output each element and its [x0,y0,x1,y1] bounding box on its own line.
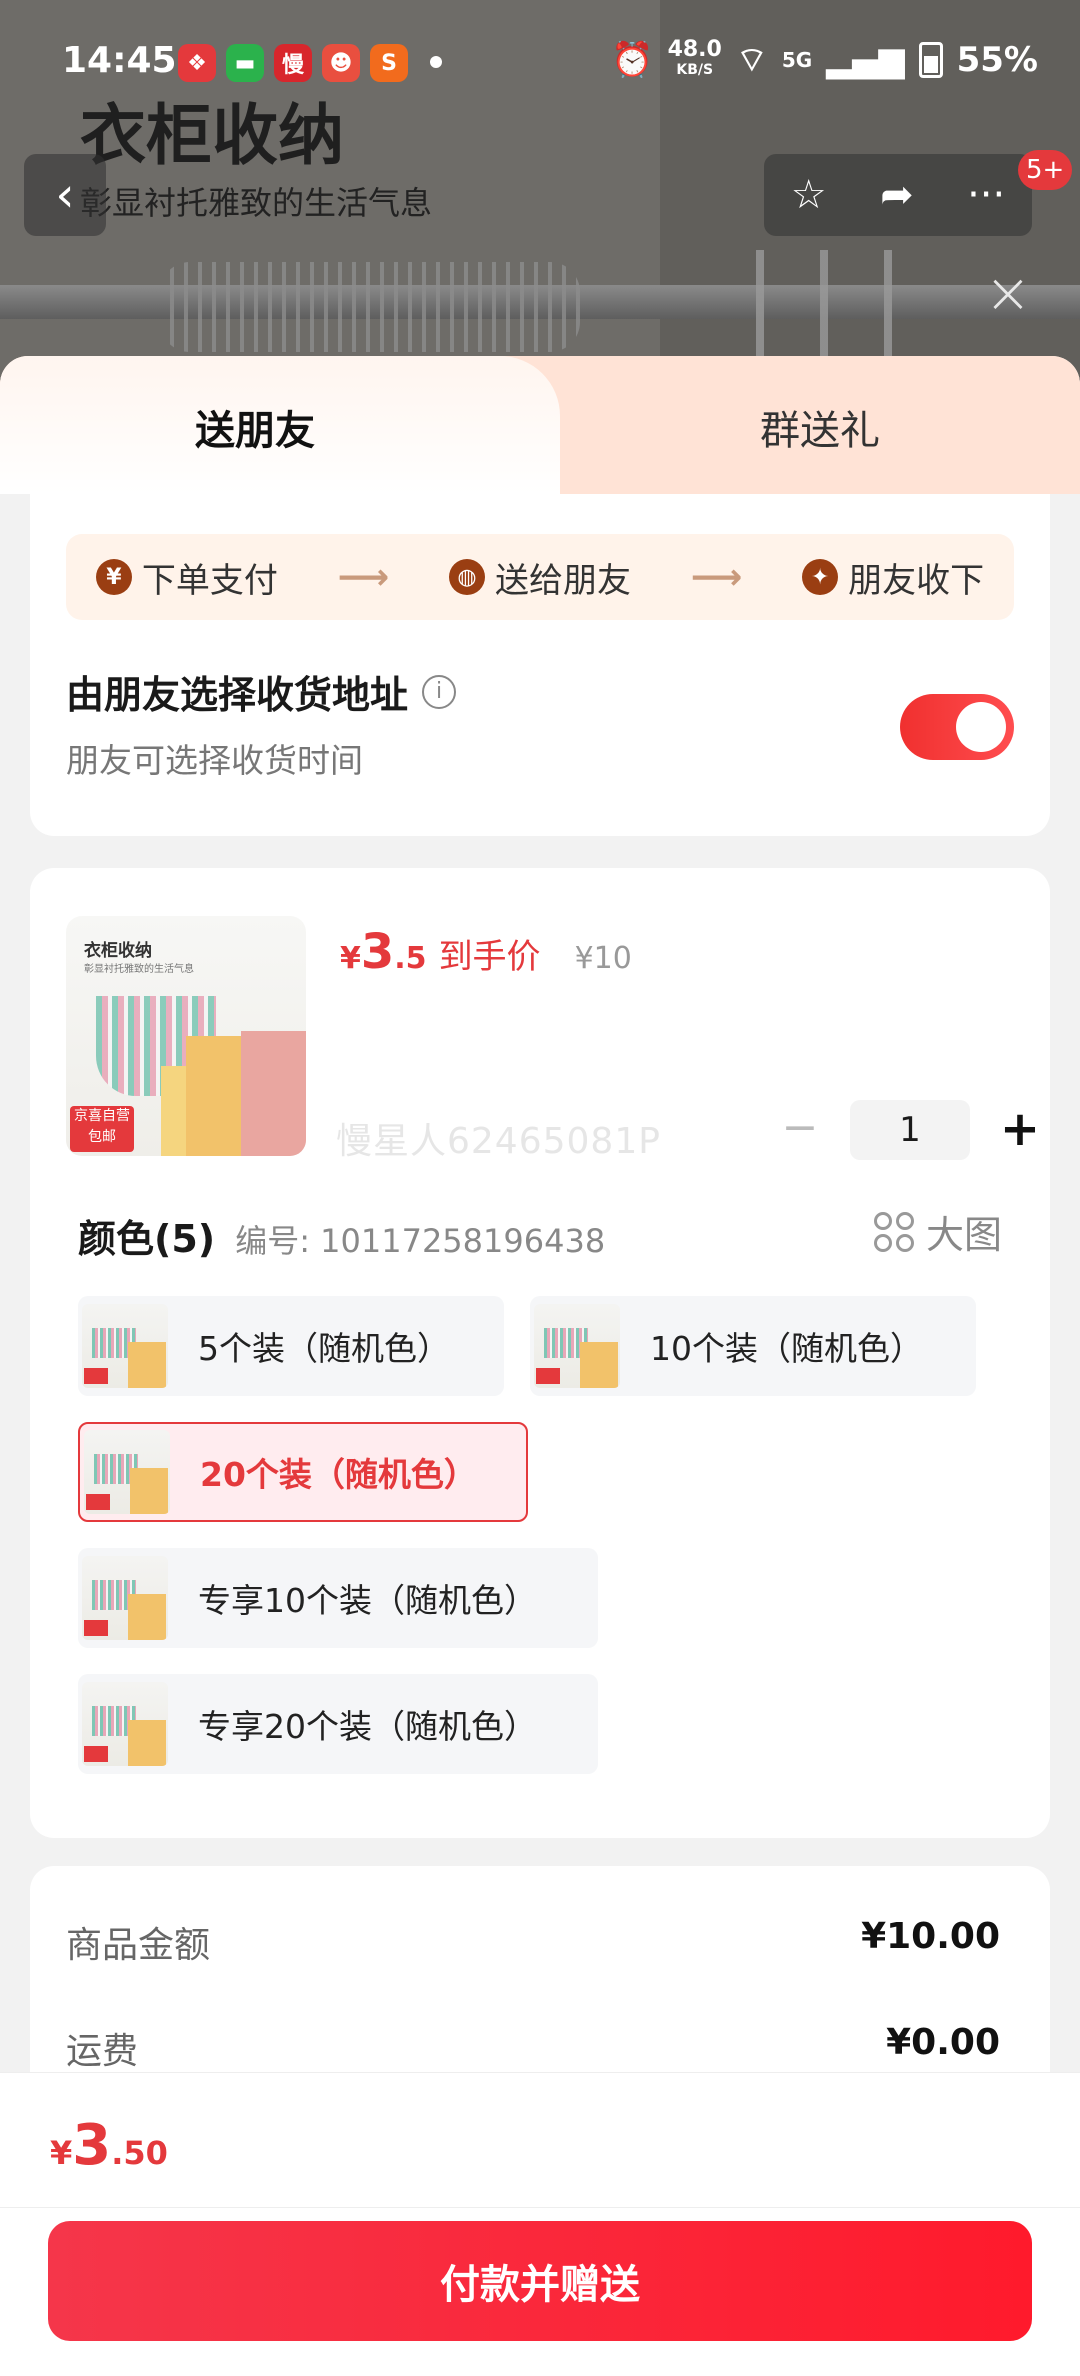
step-receive: ✦ 朋友收下 [802,553,984,602]
hero-subtitle: 彰显衬托雅致的生活气息 [80,184,433,222]
gift-flow-card: ¥ 下单支付 ⟶ ◍ 送给朋友 ⟶ ✦ 朋友收下 由朋友选择收货地址 i 朋友可… [30,494,1050,836]
status-time: 14:45 [62,40,177,81]
yuan-icon: ¥ [95,559,132,595]
spec-option-10[interactable]: 10个装（随机色） [530,1296,976,1396]
goods-amount-row: 商品金额 ¥10.00 [66,1916,1000,1966]
hanger-rings [160,262,580,352]
net-speed: 48.0 KB/S [667,36,722,78]
notification-icons: ❖ ▬ 慢 ☻ S [178,44,408,82]
star-icon[interactable]: ☆ [791,172,827,218]
price-row: ¥3.5 到手价 ¥10 [340,924,632,980]
option-thumbnail [82,1556,168,1640]
arrow-right-icon: ⟶ [337,556,390,598]
option-thumbnail [84,1430,170,1514]
tab-group-gift-label: 群送礼 [760,408,880,454]
step-pay: ¥ 下单支付 [95,553,278,602]
close-icon[interactable]: × [980,266,1036,322]
spec-option-5[interactable]: 5个装（随机色） [78,1296,504,1396]
watermark-text: 慢星人62465081P [336,1121,661,1162]
battery-icon [918,41,943,78]
option-thumbnail [82,1682,168,1766]
more-icon[interactable]: ··· [967,172,1005,218]
grid-icon [873,1211,914,1252]
slow-app-icon: 慢 [274,44,312,82]
chevron-left-icon: ‹ [55,167,75,223]
shop-app-icon: ☻ [322,44,360,82]
quantity-value[interactable]: 1 [850,1100,970,1160]
step-send: ◍ 送给朋友 [448,553,631,602]
checkout-bar: ¥3.50 付款并赠送 [0,2072,1080,2376]
quantity-increase-button[interactable]: + [990,1100,1050,1160]
spec-title: 颜色(5) [78,1217,216,1261]
option-thumbnail [534,1304,620,1388]
gift-tabs: 送朋友 群送礼 [0,356,1080,494]
share-icon[interactable]: ➦ [880,172,914,218]
product-image[interactable]: 衣柜收纳 彰显衬托雅致的生活气息 京喜自营 包邮 [66,916,306,1156]
hanger-rings-right [700,250,940,360]
arrow-right-icon: ⟶ [690,556,743,598]
top-action-group: ☆ ➦ ··· [764,154,1032,236]
address-option-title: 由朋友选择收货地址 i [66,664,457,719]
gift-steps: ¥ 下单支付 ⟶ ◍ 送给朋友 ⟶ ✦ 朋友收下 [66,534,1014,620]
tab-send-friend[interactable]: 送朋友 [0,356,560,494]
quantity-decrease-button[interactable]: − [770,1100,830,1160]
pay-and-gift-button[interactable]: 付款并赠送 [48,2221,1032,2341]
spec-header: 颜色(5) 编号: 10117258196438 [78,1208,605,1263]
info-icon[interactable]: i [422,674,457,709]
wifi-icon: ⌔ [735,40,768,80]
spec-option-exclusive-10[interactable]: 专享10个装（随机色） [78,1548,598,1648]
shipping-row: 运费 ¥0.00 [66,2022,1000,2072]
product-image-tag: 京喜自营 包邮 [70,1106,134,1152]
back-button[interactable]: ‹ [24,154,106,236]
signal-bars-icon: ▂▄▆ [826,39,905,80]
product-code: 编号: 10117258196438 [235,1222,606,1260]
app-notification-icon: ❖ [178,44,216,82]
original-price: ¥10 [574,941,632,976]
cell-signal-label: 5G [781,47,813,72]
alarm-icon: ⏰ [611,39,654,80]
cart-badge: 5+ [1018,150,1073,190]
message-app-icon: ▬ [226,44,264,82]
spec-option-exclusive-20[interactable]: 专享20个装（随机色） [78,1674,598,1774]
divider [0,2207,1080,2208]
total-price: ¥3.50 [50,2113,168,2178]
battery-percent: 55% [956,39,1038,80]
more-notifications-dot [430,56,442,68]
final-price: ¥3.5 [340,924,427,980]
s-app-icon: S [370,44,408,82]
friend-address-toggle[interactable] [900,694,1014,760]
big-view-button[interactable]: 大图 [873,1204,1002,1259]
address-option-subtitle: 朋友可选择收货时间 [66,741,363,780]
spec-option-20-selected[interactable]: 20个装（随机色） [78,1422,528,1522]
tab-send-friend-label: 送朋友 [195,408,315,454]
gift-icon: ✦ [802,559,839,595]
wechat-icon: ◍ [448,559,485,595]
option-thumbnail [82,1304,168,1388]
final-price-label: 到手价 [438,937,541,977]
tab-group-gift[interactable]: 群送礼 [560,356,1080,494]
quantity-stepper: − 1 + [770,1100,1050,1160]
status-bar: 14:45 ❖ ▬ 慢 ☻ S ⏰ 48.0 KB/S ⌔ 5G ▂▄▆ 55% [0,0,1080,130]
